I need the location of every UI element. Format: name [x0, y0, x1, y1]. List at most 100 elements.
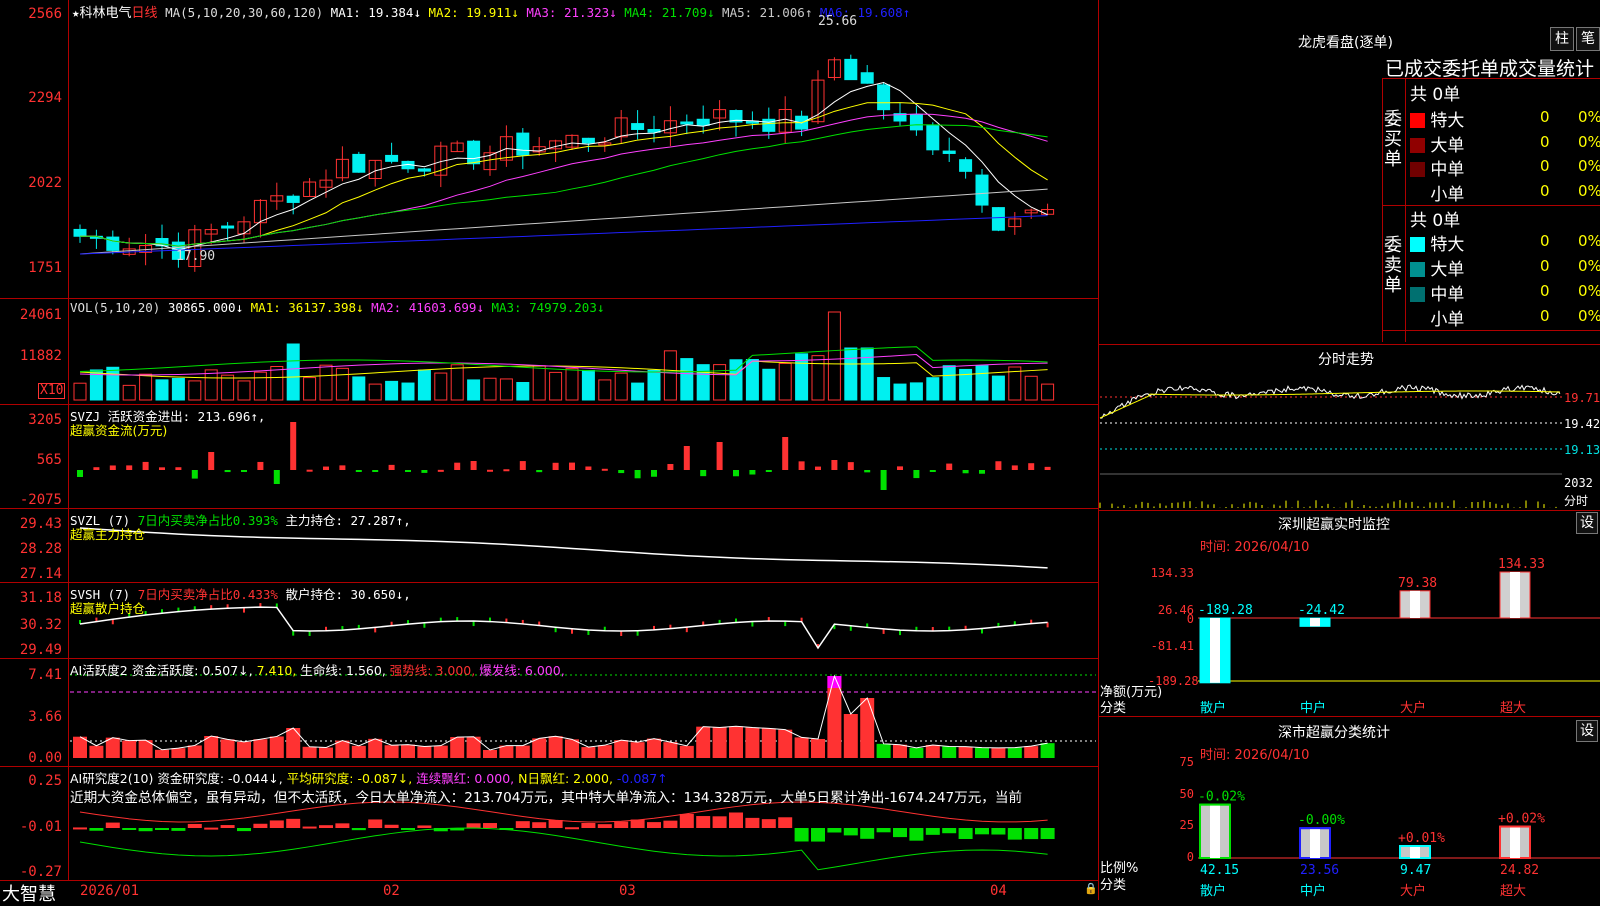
volume-bar [188, 380, 202, 401]
activity-bar [663, 742, 678, 758]
ma-line [79, 102, 1048, 247]
svsh-axis-tick-1: 31.18 [19, 590, 62, 606]
ai1-lifeline: 生命线: 1.560, [300, 663, 386, 678]
fund-flow-bar [880, 470, 887, 490]
sz-monitor-settings-button[interactable]: 设 [1576, 512, 1598, 534]
volume-bar [253, 371, 267, 401]
column-view-button[interactable]: 柱 [1550, 27, 1574, 51]
activity-bar [581, 747, 596, 758]
research-bar [925, 828, 940, 835]
sz-class-y4: 0 [1186, 850, 1194, 864]
candlestick [467, 140, 481, 165]
volume-bar [319, 364, 333, 401]
volume-ma-line [79, 354, 1048, 376]
volume-bar [532, 365, 546, 401]
fund-flow-bar [339, 465, 346, 470]
class-bar-highlight [1210, 804, 1220, 858]
activity-bar [843, 714, 858, 758]
volume-bar [975, 365, 989, 401]
ai2-axis-tick-2: -0.01 [19, 819, 62, 835]
fund-flow-bar [175, 467, 182, 470]
activity-bar [532, 738, 547, 758]
fund-flow-bar [864, 470, 871, 473]
volume-bar [286, 343, 300, 401]
svzj-subtitle: 超赢资金流(万元) [70, 423, 168, 438]
activity-bar [876, 743, 891, 758]
sell-val-m: 0 [1540, 282, 1550, 300]
class-value-label: 24.82 [1500, 863, 1539, 878]
volume-bar [155, 379, 169, 401]
volume-bar [926, 377, 940, 401]
star-icon[interactable]: ★ [72, 5, 80, 20]
research-bar [958, 828, 973, 839]
fund-flow-bar [93, 467, 100, 470]
svzj-axis-tick-1: 3205 [28, 412, 62, 428]
sell-pct-s: 0% [1578, 307, 1600, 325]
activity-bar [778, 729, 793, 758]
volume-bar [762, 368, 776, 401]
ai1-axis-tick-2: 3.66 [28, 709, 62, 725]
sz-monitor-y3: 0 [1186, 612, 1194, 626]
research-bar [647, 822, 661, 828]
fund-flow-bar [782, 437, 789, 470]
svzj-axis-tick-3: -2075 [19, 492, 62, 508]
research-bar [335, 823, 350, 828]
activity-bar [269, 736, 284, 758]
research-bar [171, 828, 186, 831]
lock-icon[interactable]: 🔒 [1084, 882, 1098, 895]
activity-bar [925, 744, 940, 758]
volume-bar [204, 369, 218, 401]
volume-bar [467, 379, 481, 401]
volume-bar [122, 384, 136, 401]
research-bar [827, 828, 842, 833]
fund-flow-bar [405, 470, 411, 472]
monitor-bar-highlight [1410, 590, 1420, 618]
ai1-legend: AI活跃度2 资金活跃度: 0.507↓, 7.410, 生命线: 1.560,… [70, 660, 565, 679]
class-change-label: +0.01% [1398, 831, 1445, 846]
sell-row-l: 大单 [1410, 255, 1464, 280]
fund-flow-bar [765, 470, 772, 472]
fund-flow-bar [109, 465, 116, 470]
research-bar [483, 823, 497, 828]
fund-flow-bar [667, 464, 674, 470]
fund-flow-bar [1011, 465, 1018, 470]
svzl-axis-tick-2: 28.28 [19, 541, 62, 557]
sz-monitor-time: 时间: 2026/04/10 [1200, 540, 1310, 555]
fund-flow-bar [536, 470, 543, 473]
fund-flow-bar [519, 461, 526, 470]
buy-pct-s: 0% [1578, 182, 1600, 200]
sz-class-y1: 75 [1179, 755, 1194, 769]
low-price-label: 17.90 [176, 249, 216, 264]
volume-bar [450, 364, 464, 401]
buy-val-l: 0 [1540, 133, 1550, 151]
volume-bar [417, 369, 431, 401]
ai1-burstline: 爆发线: 6.000, [479, 663, 565, 678]
candlestick [680, 121, 694, 125]
activity-bar [1007, 747, 1022, 758]
fund-flow-bar [651, 470, 657, 477]
activity-bar [942, 746, 957, 758]
candlestick [221, 225, 235, 229]
fund-flow-bar [601, 468, 608, 471]
svsh-axis-tick-3: 29.49 [19, 642, 62, 658]
buy-pct-xl: 0% [1578, 108, 1600, 126]
vol-ma3: MA3: 74979.203↓ [491, 300, 605, 315]
volume-bar [221, 374, 235, 401]
activity-bar [187, 745, 202, 758]
fund-flow-bar [929, 470, 936, 472]
research-bar [138, 828, 153, 832]
volume-ma-line [79, 346, 1048, 373]
kline-chart-canvas[interactable]: -189.28 散户 -24.42 中户 79.38 大户 134.33 超大 -0.02% 42… [0, 0, 1600, 900]
period-label[interactable]: 日线 [132, 6, 158, 21]
lhb-subtitle: 已成交委托单成交量统计 [1385, 58, 1595, 80]
candlestick [286, 195, 300, 203]
fund-flow-bar [355, 470, 362, 472]
fund-flow-bar [569, 462, 575, 470]
sz-class-settings-button[interactable]: 设 [1576, 720, 1598, 742]
tick-view-button[interactable]: 笔 [1576, 27, 1600, 51]
buy-row-xl: 特大 [1410, 106, 1464, 131]
research-bar [794, 828, 809, 842]
svzl-axis-tick-1: 29.43 [19, 516, 62, 532]
activity-bar [351, 745, 366, 758]
stock-name[interactable]: 科林电气 [80, 6, 132, 21]
